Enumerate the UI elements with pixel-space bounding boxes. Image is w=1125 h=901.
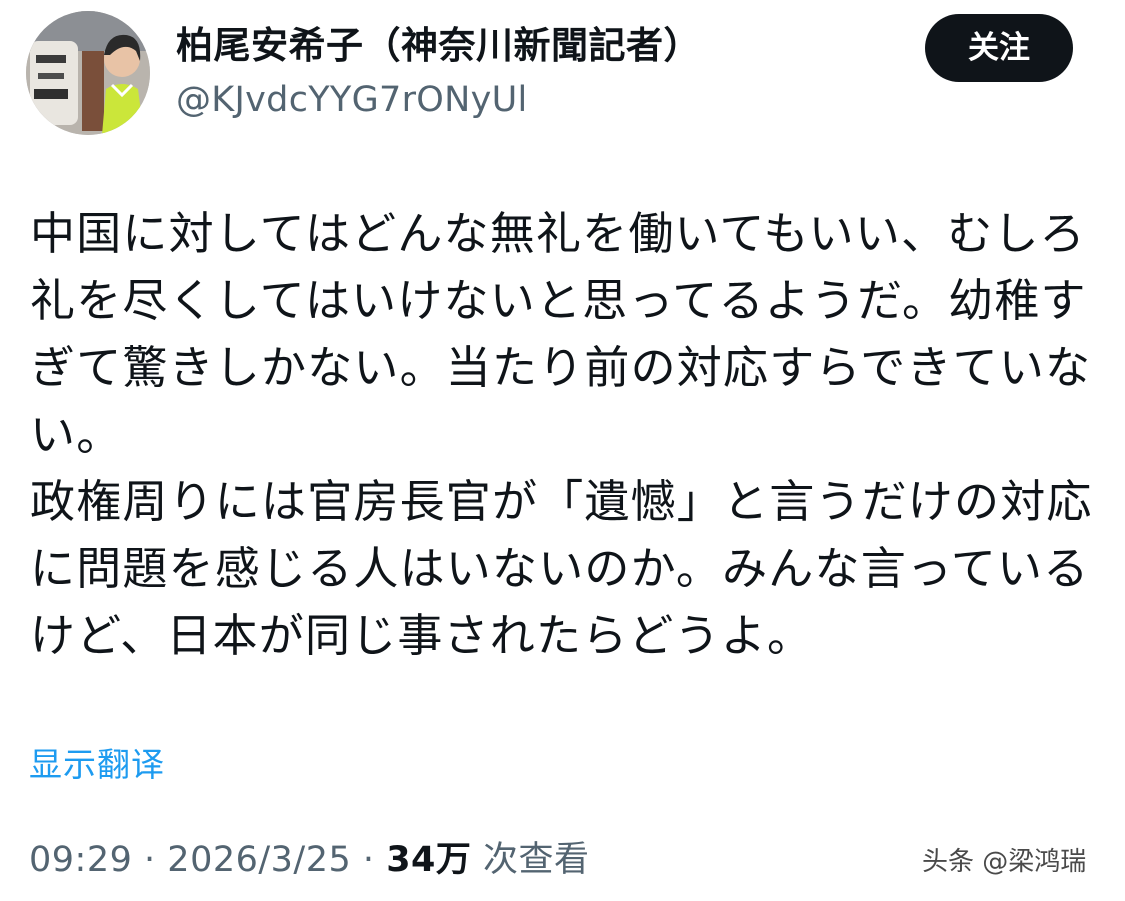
show-translation-link[interactable]: 显示翻译 (29, 740, 165, 790)
meta-separator: · (144, 840, 156, 880)
tweet-date[interactable]: 2026/3/25 (167, 840, 351, 880)
views-label: 次查看 (483, 840, 590, 880)
watermark: 头条 @梁鸿瑞 (922, 847, 1087, 877)
tweet-paragraph: 中国に対してはどんな無礼を働いてもいい、むしろ礼を尽くしてはいけないと思ってるよ… (30, 207, 1092, 461)
user-handle[interactable]: @KJvdcYYG7rONyUl (176, 76, 528, 124)
tweet-meta: 09:29 · 2026/3/25 · 34万 次查看 (29, 832, 590, 888)
follow-button[interactable]: 关注 (925, 14, 1073, 82)
tweet-time[interactable]: 09:29 (29, 840, 132, 880)
display-name[interactable]: 柏尾安希子（神奈川新聞記者） (176, 20, 701, 72)
profile-photo-icon (26, 11, 150, 135)
meta-separator: · (362, 840, 375, 880)
tweet-header: 柏尾安希子（神奈川新聞記者） @KJvdcYYG7rONyUl 关注 (0, 0, 1125, 150)
avatar[interactable] (26, 11, 150, 135)
tweet-paragraph: 政権周りには官房長官が「遺憾」と言うだけの対応に問題を感じる人はいないのか。みん… (30, 475, 1093, 662)
views-count: 34万 (386, 840, 472, 880)
tweet-text: 中国に対してはどんな無礼を働いてもいい、むしろ礼を尽くしてはいけないと思ってるよ… (30, 200, 1095, 669)
